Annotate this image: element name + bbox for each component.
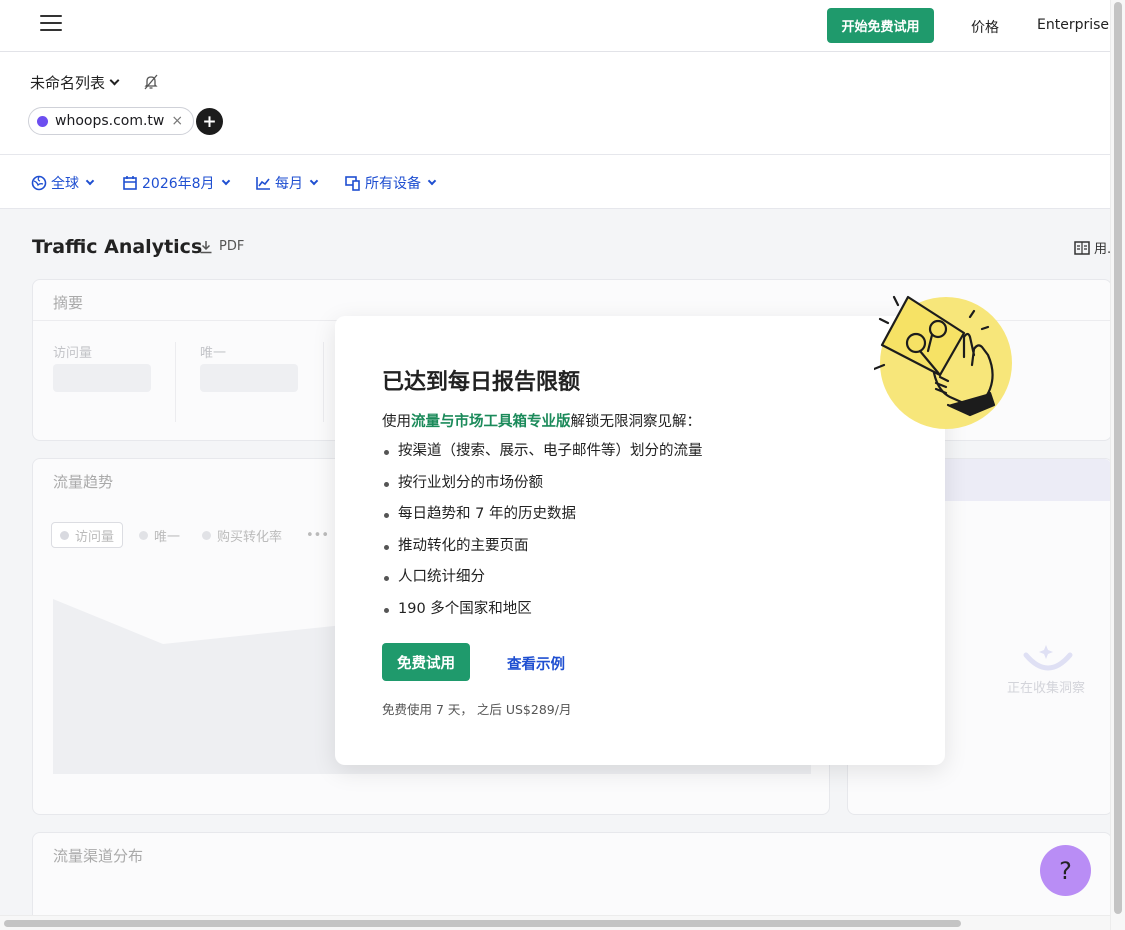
- sparkle-loading-icon: [1023, 645, 1073, 671]
- top-bar: 开始免费试用 价格 Enterprise: [0, 0, 1110, 52]
- vertical-scrollbar[interactable]: [1110, 0, 1125, 930]
- upgrade-modal: 已达到每日报告限额 使用流量与市场工具箱专业版解锁无限洞察见解： 按渠道（搜索、…: [335, 316, 945, 765]
- list-title: 未命名列表: [30, 74, 106, 92]
- pdf-label: PDF: [219, 239, 245, 254]
- chevron-down-icon: [221, 176, 230, 186]
- guide-button[interactable]: 用.: [1074, 238, 1111, 257]
- device-filter[interactable]: 所有设备: [345, 173, 437, 193]
- guide-label: 用.: [1094, 242, 1112, 257]
- tab-unique[interactable]: 唯一: [131, 522, 188, 548]
- trend-title: 流量趋势: [53, 473, 114, 491]
- chevron-down-icon: [309, 176, 319, 186]
- device-label: 所有设备: [365, 176, 421, 192]
- nav-pricing-link[interactable]: 价格: [971, 17, 999, 37]
- modal-heading: 已达到每日报告限额: [382, 370, 581, 395]
- download-icon: [200, 240, 212, 253]
- date-filter[interactable]: 2026年8月: [122, 173, 230, 193]
- menu-icon[interactable]: [40, 15, 62, 35]
- more-tabs-button[interactable]: •••: [298, 522, 337, 548]
- list-selector[interactable]: 未命名列表: [30, 72, 120, 93]
- tab-conversion-label: 购买转化率: [217, 529, 283, 545]
- tab-visits[interactable]: 访问量: [51, 522, 124, 548]
- start-free-trial-button[interactable]: 开始免费试用: [827, 8, 934, 43]
- series-dot: [139, 530, 148, 540]
- list-item: 按渠道（搜索、展示、电子邮件等）划分的流量: [382, 436, 703, 468]
- feature-list: 按渠道（搜索、展示、电子邮件等）划分的流量 按行业划分的市场份额 每日趋势和 7…: [382, 436, 703, 625]
- list-item: 190 多个国家和地区: [382, 594, 703, 626]
- horizontal-scrollbar[interactable]: [0, 915, 1110, 930]
- download-pdf-button[interactable]: PDF: [199, 239, 244, 254]
- chevron-down-icon: [85, 176, 95, 186]
- list-item: 推动转化的主要页面: [382, 531, 703, 563]
- modal-intro: 使用流量与市场工具箱专业版解锁无限洞察见解：: [382, 410, 701, 431]
- close-icon[interactable]: ×: [171, 113, 183, 129]
- chevron-down-icon: [427, 176, 437, 186]
- channels-title: 流量渠道分布: [53, 847, 144, 865]
- help-button[interactable]: ?: [1040, 845, 1091, 896]
- intro-prefix: 使用: [382, 414, 411, 430]
- line-chart-icon: [256, 177, 270, 190]
- tab-conversion[interactable]: 购买转化率: [194, 522, 290, 548]
- metric-unique-label: 唯一: [200, 346, 227, 361]
- devices-icon: [345, 176, 360, 191]
- chevron-down-icon: [109, 75, 120, 86]
- domain-color-dot: [37, 115, 48, 127]
- intro-suffix: 解锁无限洞察见解：: [570, 414, 702, 430]
- domain-chip[interactable]: whoops.com.tw ×: [28, 107, 195, 135]
- more-icon: •••: [306, 527, 330, 543]
- view-example-link[interactable]: 查看示例: [507, 653, 565, 674]
- region-filter[interactable]: 全球: [31, 173, 95, 193]
- add-domain-button[interactable]: +: [196, 108, 223, 135]
- filter-bar: 全球 2026年8月 每月 所有设备: [0, 155, 1110, 209]
- metric-unique-skeleton: [200, 364, 298, 392]
- page-title: Traffic Analytics: [32, 236, 203, 258]
- tab-unique-label: 唯一: [154, 529, 181, 545]
- list-item: 人口统计细分: [382, 562, 703, 594]
- calendar-icon: [123, 176, 137, 190]
- insights-loading-text: 正在收集洞察: [1007, 681, 1086, 696]
- series-dot: [60, 530, 69, 540]
- region-label: 全球: [51, 176, 79, 192]
- bell-off-icon[interactable]: [143, 74, 159, 90]
- summary-title: 摘要: [53, 294, 84, 312]
- list-item: 按行业划分的市场份额: [382, 468, 703, 500]
- series-dot: [202, 530, 211, 540]
- granularity-filter[interactable]: 每月: [255, 173, 319, 193]
- metric-visits-label: 访问量: [53, 346, 93, 361]
- lightbulb-illustration: [874, 295, 1012, 429]
- free-trial-button[interactable]: 免费试用: [382, 643, 470, 681]
- scrollbar-thumb[interactable]: [1114, 2, 1122, 914]
- metric-visits-skeleton: [53, 364, 151, 392]
- scrollbar-thumb[interactable]: [4, 920, 961, 927]
- domain-label: whoops.com.tw: [55, 113, 165, 129]
- nav-enterprise-link[interactable]: Enterprise: [1037, 17, 1109, 33]
- list-item: 每日趋势和 7 年的历史数据: [382, 499, 703, 531]
- date-label: 2026年8月: [142, 176, 215, 192]
- list-bar: 未命名列表 whoops.com.tw × +: [0, 52, 1110, 155]
- tab-visits-label: 访问量: [75, 529, 115, 545]
- globe-icon: [31, 175, 47, 191]
- product-name-highlight: 流量与市场工具箱专业版: [411, 414, 571, 430]
- book-icon: [1074, 240, 1090, 255]
- granularity-label: 每月: [275, 176, 303, 192]
- price-note: 免费使用 7 天， 之后 US$289/月: [382, 702, 572, 717]
